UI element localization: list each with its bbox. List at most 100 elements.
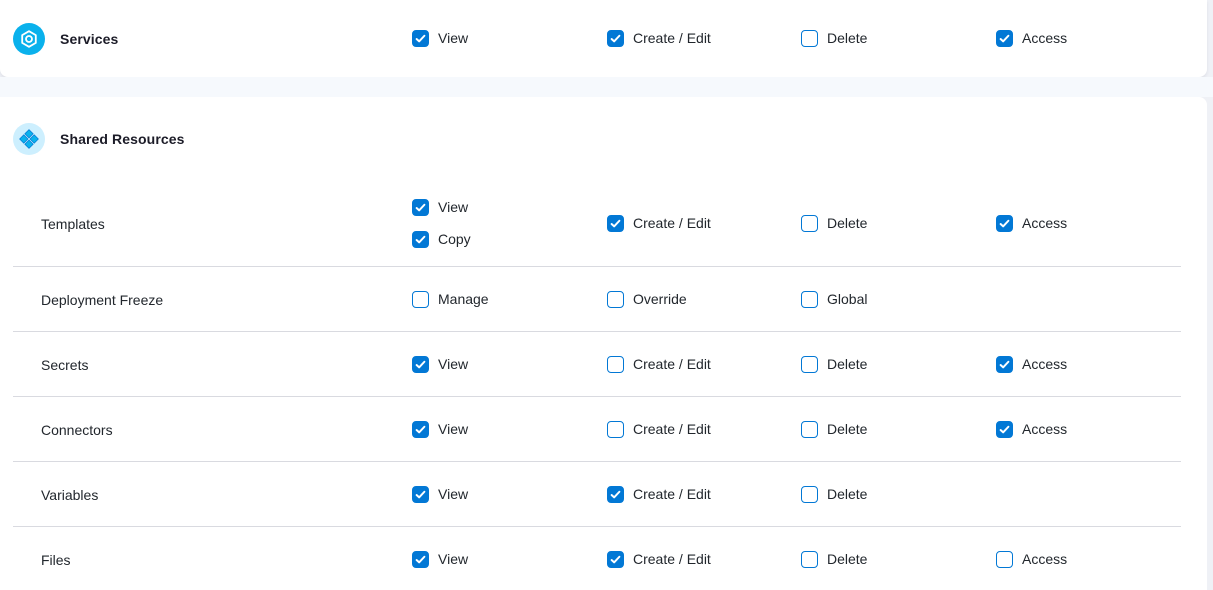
permission-label: Access (1022, 30, 1067, 47)
resource-label: Connectors (41, 422, 113, 438)
permission-label: Create / Edit (633, 215, 711, 232)
resource-label-cell: Templates (0, 216, 412, 232)
resource-label: Files (41, 552, 71, 568)
checkbox-view[interactable]: View (412, 421, 607, 438)
checkbox-access[interactable]: Access (996, 356, 1207, 373)
checkbox-delete[interactable]: Delete (801, 421, 996, 438)
checkbox-create-edit[interactable]: Create / Edit (607, 551, 801, 568)
checkbox-access[interactable]: Access (996, 421, 1207, 438)
permission-label: View (438, 199, 468, 216)
checkbox-view[interactable]: View (412, 486, 607, 503)
resource-row-files: Files View Create / Edit Delete Access (0, 527, 1207, 590)
services-section-title: Services (60, 31, 118, 47)
permission-label: Delete (827, 486, 867, 503)
permission-cell: View Copy (412, 199, 607, 248)
resource-label-cell: Variables (0, 487, 412, 503)
checked-checkbox-icon (412, 199, 429, 216)
permission-label: Access (1022, 215, 1067, 232)
permission-cell: Create / Edit (607, 486, 801, 503)
checked-checkbox-icon (996, 215, 1013, 232)
unchecked-checkbox-icon (801, 215, 818, 232)
checkbox-override[interactable]: Override (607, 291, 801, 308)
resource-label-cell: Secrets (0, 357, 412, 373)
permission-label: View (438, 551, 468, 568)
permission-cell: Access (996, 551, 1207, 568)
checkbox-delete[interactable]: Delete (801, 486, 996, 503)
permission-cell: Access (996, 421, 1207, 438)
permission-label: Access (1022, 551, 1067, 568)
checkbox-view[interactable]: View (412, 551, 607, 568)
services-card: Services ViewCreate / Edit Delete Access (0, 0, 1207, 77)
checkbox-access[interactable]: Access (996, 551, 1207, 568)
checked-checkbox-icon (607, 215, 624, 232)
checked-checkbox-icon (607, 551, 624, 568)
resource-row-connectors: Connectors View Create / Edit Delete Access (0, 397, 1207, 462)
checkbox-manage[interactable]: Manage (412, 291, 607, 308)
permission-label: Create / Edit (633, 486, 711, 503)
permission-label: Delete (827, 421, 867, 438)
checkbox-delete[interactable]: Delete (801, 551, 996, 568)
checked-checkbox-icon (412, 551, 429, 568)
permission-cell: Create / Edit (607, 30, 801, 47)
checked-checkbox-icon (412, 486, 429, 503)
resource-label: Secrets (41, 357, 88, 373)
checked-checkbox-icon (996, 30, 1013, 47)
permission-label: Delete (827, 551, 867, 568)
checkbox-access[interactable]: Access (996, 30, 1207, 47)
permission-label: View (438, 486, 468, 503)
permission-label: Delete (827, 356, 867, 373)
permission-label: Delete (827, 215, 867, 232)
checkbox-create-edit[interactable]: Create / Edit (607, 356, 801, 373)
checkbox-delete[interactable]: Delete (801, 356, 996, 373)
unchecked-checkbox-icon (412, 291, 429, 308)
services-header: Services (0, 23, 412, 55)
shared-resources-card: Shared Resources Templates View Copy Create… (0, 97, 1207, 590)
permission-cell: Access (996, 30, 1207, 47)
checkbox-delete[interactable]: Delete (801, 215, 996, 232)
checked-checkbox-icon (412, 421, 429, 438)
permission-cell: Delete (801, 551, 996, 568)
checked-checkbox-icon (607, 30, 624, 47)
permission-cell: View (412, 551, 607, 568)
checkbox-view[interactable]: View (412, 30, 607, 47)
checkbox-create-edit[interactable]: Create / Edit (607, 421, 801, 438)
unchecked-checkbox-icon (801, 421, 818, 438)
permission-cell: Create / Edit (607, 215, 801, 232)
resource-label-cell: Connectors (0, 422, 412, 438)
resource-label: Templates (41, 216, 105, 232)
permission-cell: Access (996, 356, 1207, 373)
resource-row-secrets: Secrets View Create / Edit Delete Access (0, 332, 1207, 397)
shared-resources-section-title: Shared Resources (60, 131, 185, 147)
permission-label: Create / Edit (633, 356, 711, 373)
checked-checkbox-icon (607, 486, 624, 503)
unchecked-checkbox-icon (801, 356, 818, 373)
unchecked-checkbox-icon (996, 551, 1013, 568)
checked-checkbox-icon (412, 356, 429, 373)
permission-cell: Delete (801, 486, 996, 503)
resource-label-cell: Files (0, 552, 412, 568)
checkbox-delete[interactable]: Delete (801, 30, 996, 47)
shared-resources-rows: Templates View Copy Create / Edit Delete Acce… (0, 180, 1207, 590)
permission-label: Copy (438, 231, 471, 248)
checkbox-global[interactable]: Global (801, 291, 996, 308)
unchecked-checkbox-icon (801, 291, 818, 308)
checkbox-create-edit[interactable]: Create / Edit (607, 30, 801, 47)
checkbox-create-edit[interactable]: Create / Edit (607, 215, 801, 232)
permission-label: Create / Edit (633, 421, 711, 438)
permission-label: Access (1022, 421, 1067, 438)
checkbox-create-edit[interactable]: Create / Edit (607, 486, 801, 503)
checked-checkbox-icon (412, 231, 429, 248)
permission-label: View (438, 356, 468, 373)
unchecked-checkbox-icon (607, 291, 624, 308)
permission-cell: Delete (801, 356, 996, 373)
permission-cell: Delete (801, 421, 996, 438)
checkbox-copy[interactable]: Copy (412, 231, 607, 248)
checkbox-view[interactable]: View (412, 356, 607, 373)
checkbox-view[interactable]: View (412, 199, 607, 216)
permission-label: Delete (827, 30, 867, 47)
permission-cell: Manage (412, 291, 607, 308)
resource-row-templates: Templates View Copy Create / Edit Delete Acce… (0, 180, 1207, 267)
permission-label: Manage (438, 291, 489, 308)
resource-label-cell: Deployment Freeze (0, 292, 412, 308)
checkbox-access[interactable]: Access (996, 215, 1207, 232)
